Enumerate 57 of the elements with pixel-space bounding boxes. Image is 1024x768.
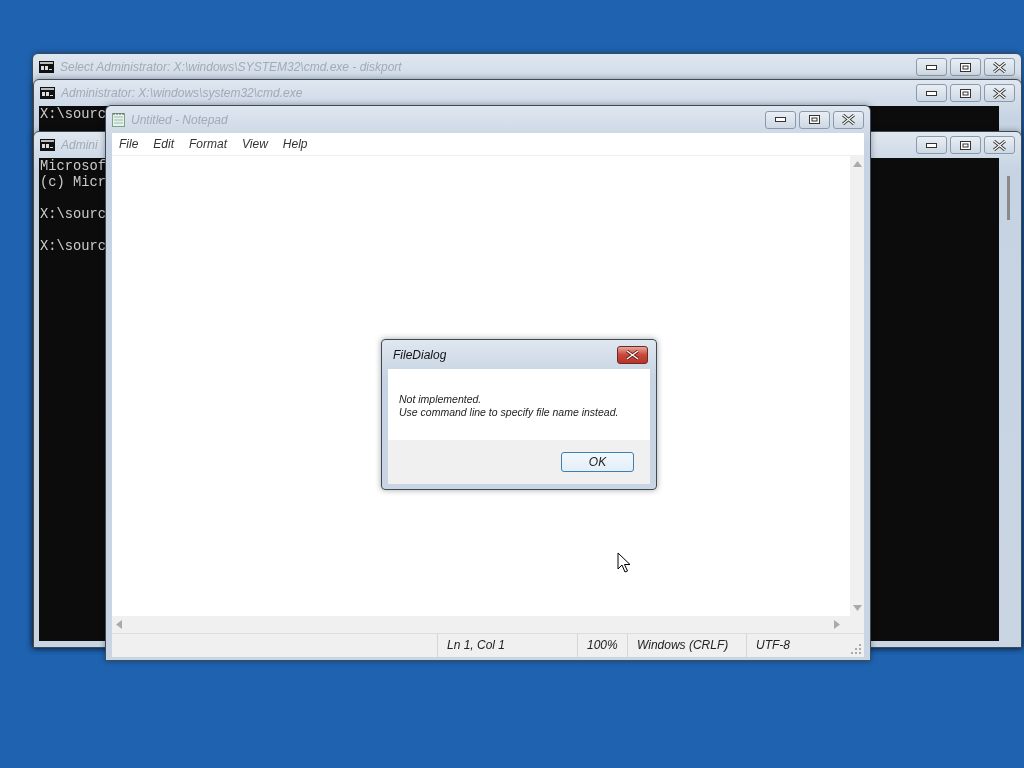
close-icon <box>626 349 639 360</box>
menu-item[interactable]: Format <box>182 137 236 151</box>
maximize-icon <box>960 88 971 98</box>
console-line: (c) Micr <box>40 175 106 191</box>
close-icon <box>993 139 1006 151</box>
maximize-icon <box>960 62 971 72</box>
resize-grip-icon <box>850 643 862 655</box>
window-title: Admini <box>61 138 98 152</box>
menu-item[interactable]: File <box>112 137 147 151</box>
close-button[interactable] <box>984 84 1015 102</box>
maximize-icon <box>960 140 971 150</box>
menu-item[interactable]: Edit <box>146 137 183 151</box>
dialog-title: FileDialog <box>393 347 447 362</box>
menu-item[interactable]: View <box>235 137 276 151</box>
down-arrow-icon <box>852 605 862 611</box>
console-line: Microsof <box>40 159 106 175</box>
ok-button[interactable]: OK <box>561 452 634 472</box>
minimize-icon <box>926 90 937 96</box>
console-line: X:\sourc <box>40 107 106 123</box>
close-button[interactable] <box>984 136 1015 154</box>
maximize-button[interactable] <box>950 84 981 102</box>
up-arrow-icon <box>852 161 862 167</box>
window-title: Administrator: X:\windows\system32\cmd.exe <box>61 86 303 100</box>
close-button[interactable] <box>617 345 648 364</box>
right-arrow-icon <box>834 620 840 629</box>
maximize-button[interactable] <box>950 58 981 76</box>
minimize-icon <box>775 117 786 122</box>
maximize-button[interactable] <box>799 110 830 129</box>
menu-item[interactable]: Help <box>275 137 316 151</box>
minimize-button[interactable] <box>916 136 947 154</box>
window-title: Untitled - Notepad <box>131 112 228 127</box>
console-line: X:\sourc <box>40 239 106 255</box>
minimize-button[interactable] <box>765 110 796 129</box>
close-button[interactable] <box>833 110 864 129</box>
console-line: X:\sourc <box>40 207 106 223</box>
console-icon <box>40 87 55 99</box>
close-icon <box>842 114 855 125</box>
status-text: Windows (CRLF) <box>627 634 746 657</box>
message-text: Use command line to specify file name instead. <box>399 406 620 419</box>
minimize-icon <box>926 142 937 148</box>
console-icon <box>39 61 54 73</box>
message-text: Not implemented. <box>399 393 483 406</box>
mouse-pointer-icon <box>617 552 631 573</box>
close-icon <box>993 61 1006 73</box>
minimize-button[interactable] <box>916 84 947 102</box>
close-icon <box>993 87 1006 99</box>
status-text: Ln 1, Col 1 <box>437 634 577 657</box>
console-icon <box>40 139 55 151</box>
status-text: UTF-8 <box>746 634 850 657</box>
minimize-button[interactable] <box>916 58 947 76</box>
status-text: 100% <box>577 634 627 657</box>
left-arrow-icon <box>116 620 122 629</box>
notepad-icon <box>112 112 125 127</box>
close-button[interactable] <box>984 58 1015 76</box>
maximize-icon <box>809 115 820 124</box>
maximize-button[interactable] <box>950 136 981 154</box>
minimize-icon <box>926 64 937 70</box>
